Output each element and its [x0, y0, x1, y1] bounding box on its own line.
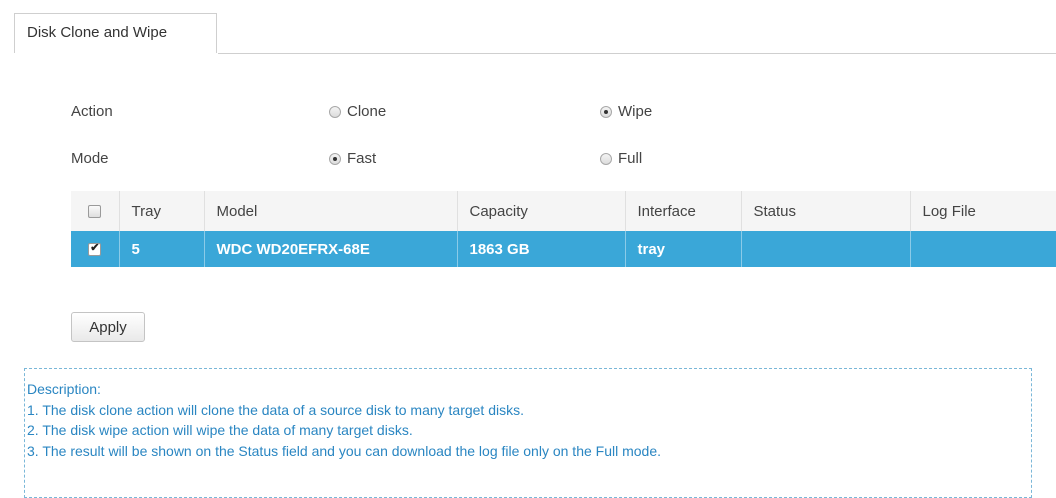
column-header-capacity[interactable]: Capacity — [456, 191, 625, 231]
description-box: Description: 1. The disk clone action wi… — [24, 368, 1032, 498]
cell-interface: tray — [624, 231, 741, 267]
column-header-tray[interactable]: Tray — [118, 191, 204, 231]
column-header-model[interactable]: Model — [203, 191, 457, 231]
column-header-interface[interactable]: Interface — [624, 191, 741, 231]
select-all-cell[interactable] — [71, 191, 119, 231]
table-row[interactable]: 5 WDC WD20EFRX-68E 1863 GB tray — [71, 231, 1056, 267]
action-wipe-label: Wipe — [618, 103, 653, 120]
radio-full-indicator[interactable] — [600, 152, 612, 165]
cell-model: WDC WD20EFRX-68E — [203, 231, 457, 267]
tab-disk-clone-and-wipe[interactable]: Disk Clone and Wipe — [14, 13, 217, 53]
row-select-cell[interactable] — [71, 231, 119, 267]
mode-label: Mode — [71, 150, 109, 167]
radio-wipe-indicator[interactable] — [600, 105, 612, 118]
tab-bar: Disk Clone and Wipe — [0, 0, 1056, 54]
cell-log-file[interactable] — [909, 231, 1056, 267]
radio-fast-indicator[interactable] — [329, 152, 341, 165]
disk-table: Tray Model Capacity Interface Status Log… — [71, 191, 1056, 267]
apply-button[interactable]: Apply — [71, 312, 145, 342]
action-label: Action — [71, 103, 113, 120]
column-header-log-file[interactable]: Log File — [909, 191, 1056, 231]
description-title: Description: — [27, 381, 101, 397]
description-line: 2. The disk wipe action will wipe the da… — [27, 422, 413, 438]
mode-fast-label: Fast — [347, 150, 377, 167]
table-header-row: Tray Model Capacity Interface Status Log… — [71, 191, 1056, 231]
radio-clone-indicator[interactable] — [329, 105, 341, 118]
action-clone-label: Clone — [347, 103, 387, 120]
column-header-status[interactable]: Status — [740, 191, 910, 231]
row-checkbox[interactable] — [88, 241, 102, 257]
mode-full-label: Full — [618, 150, 643, 167]
description-line: 3. The result will be shown on the Statu… — [27, 442, 662, 459]
tab-divider — [218, 53, 1056, 54]
mode-full-radio[interactable]: Full — [600, 150, 642, 167]
action-clone-radio[interactable]: Clone — [329, 103, 386, 120]
cell-tray: 5 — [118, 231, 204, 267]
cell-capacity: 1863 GB — [456, 231, 625, 267]
action-wipe-radio[interactable]: Wipe — [600, 103, 652, 120]
cell-status — [740, 231, 910, 267]
select-all-checkbox[interactable] — [88, 205, 102, 219]
mode-fast-radio[interactable]: Fast — [329, 150, 376, 167]
description-line: 1. The disk clone action will clone the … — [27, 401, 524, 418]
